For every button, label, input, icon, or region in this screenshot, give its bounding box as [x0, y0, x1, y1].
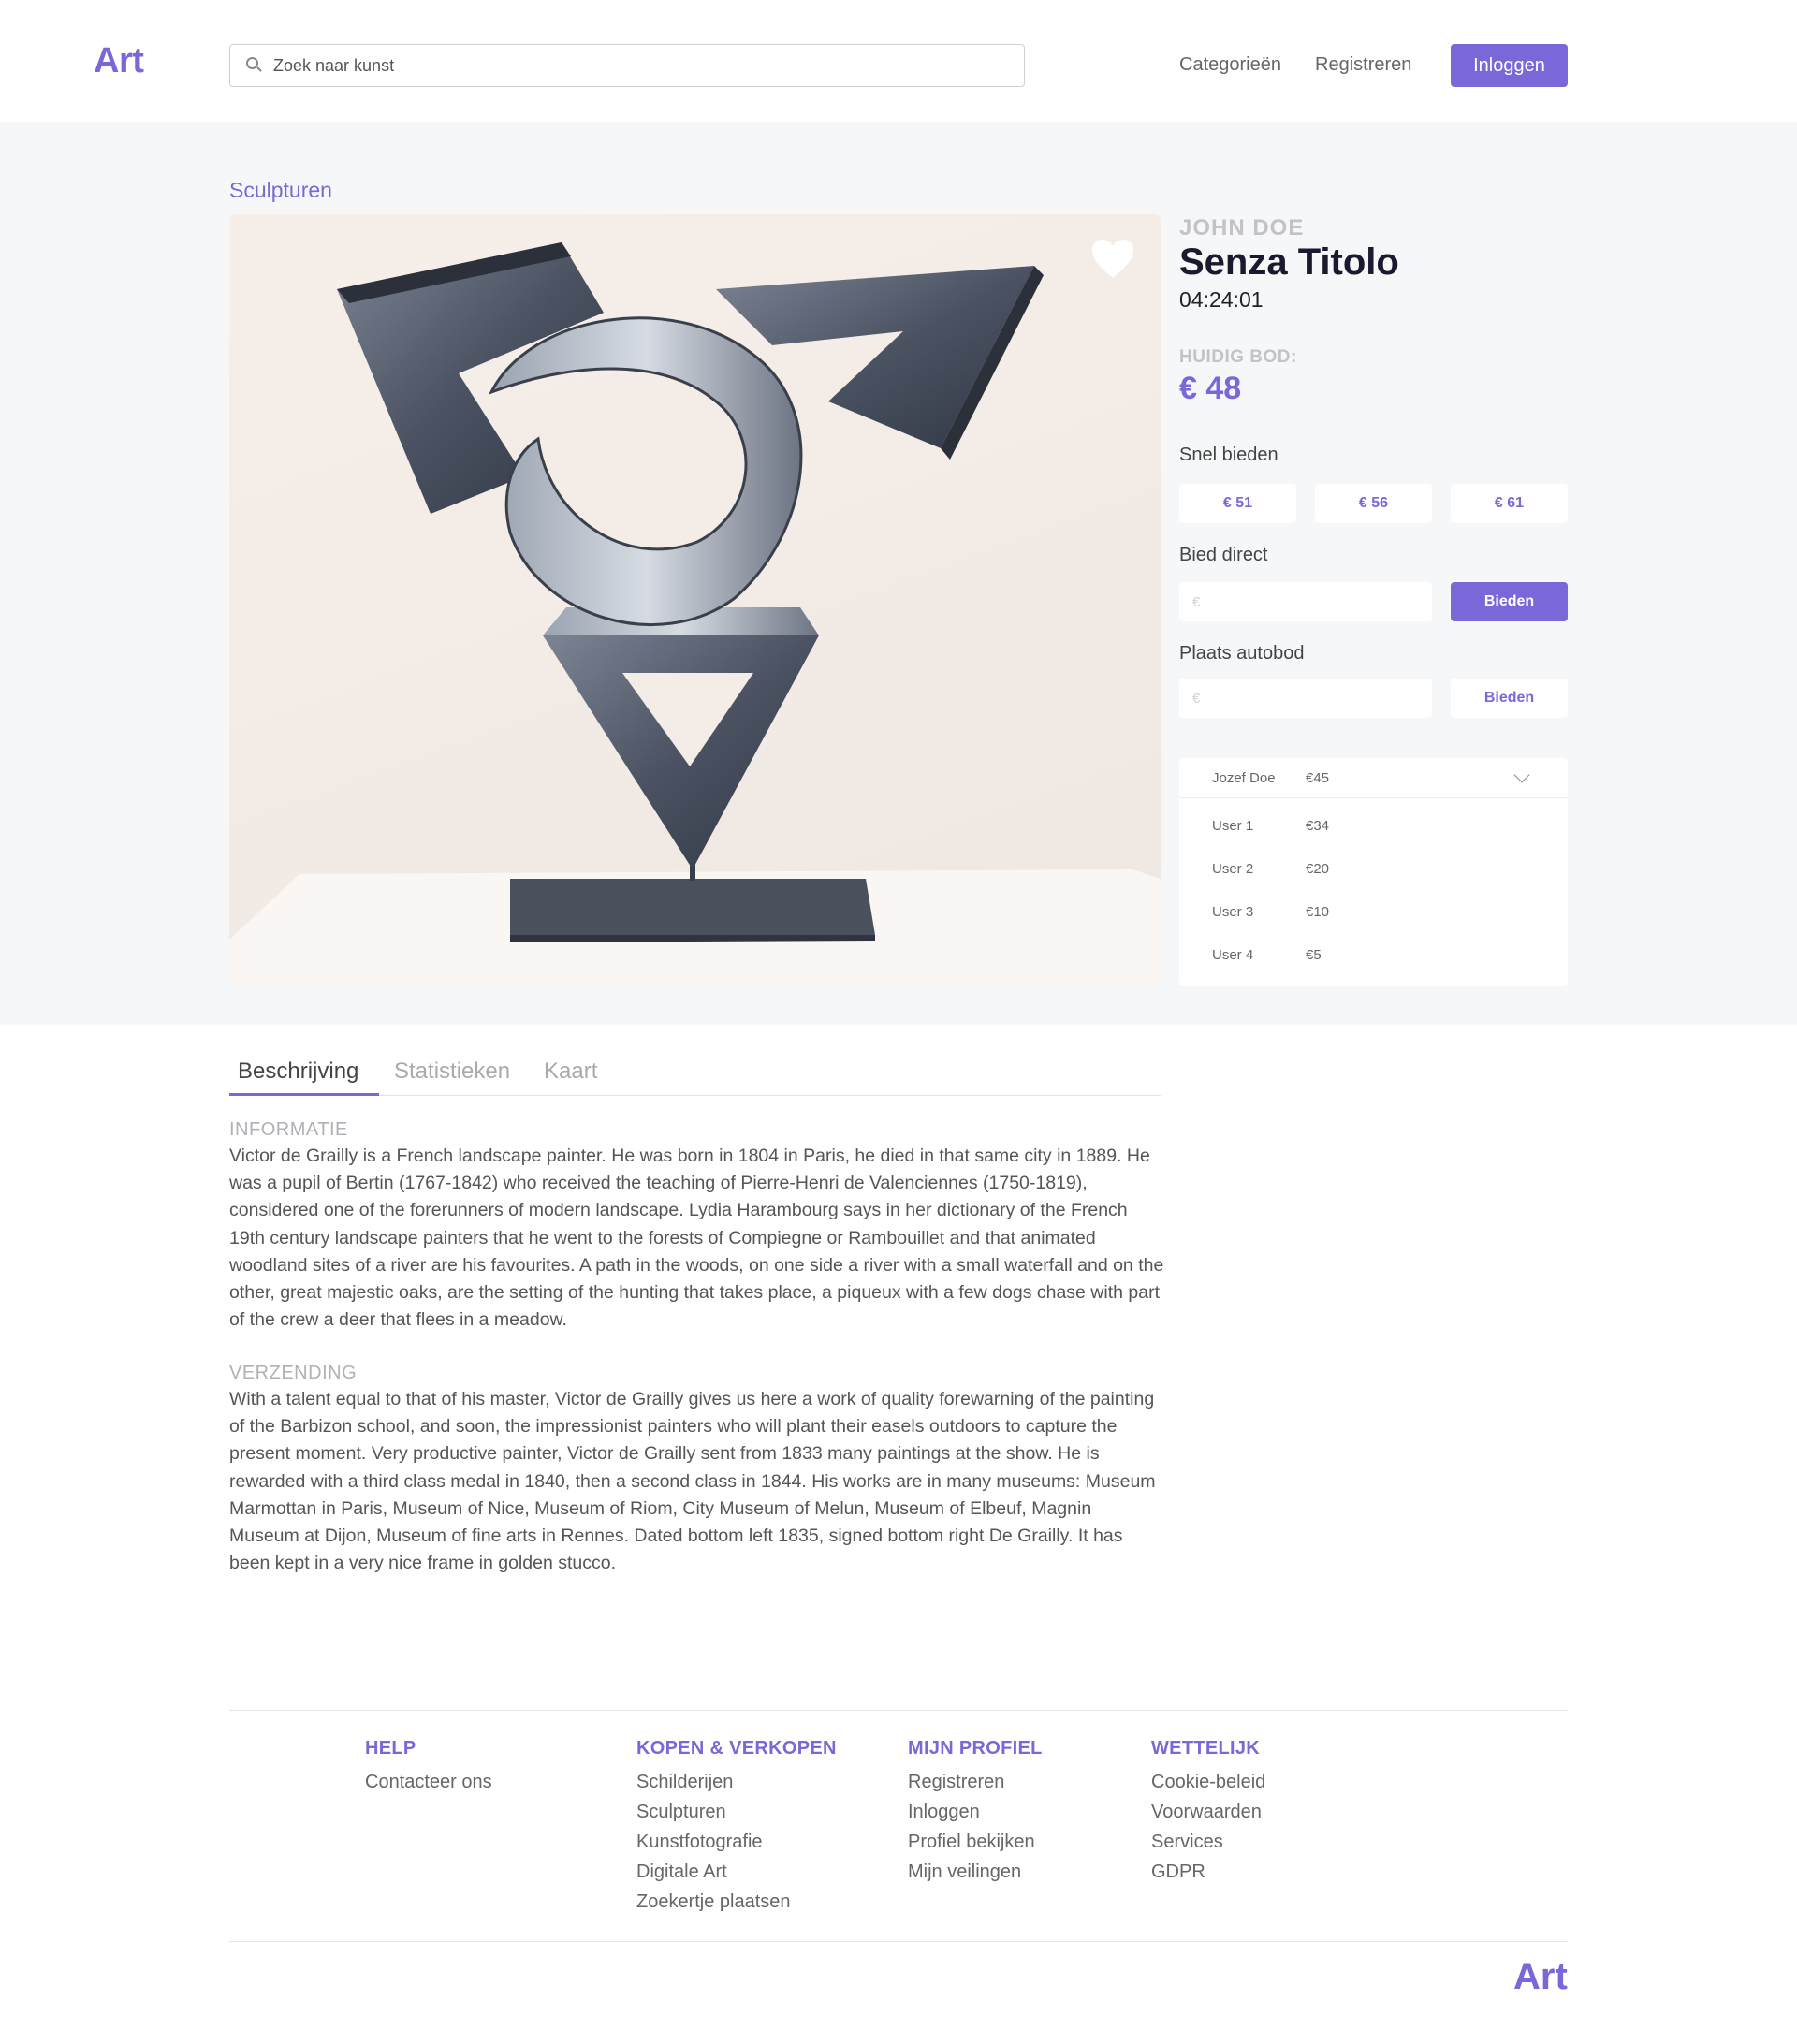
footer-column-help: HELP Contacteer ons	[365, 1738, 492, 1797]
footer-link-photography[interactable]: Kunstfotografie	[636, 1827, 837, 1857]
footer-column-buy-sell: KOPEN & VERKOPEN Schilderijen Sculpturen…	[636, 1738, 837, 1917]
breadcrumb[interactable]: Sculpturen	[229, 178, 332, 203]
direct-bid-input[interactable]: €	[1179, 582, 1432, 621]
footer-link-terms[interactable]: Voorwaarden	[1151, 1797, 1265, 1827]
bid-history-amount: €5	[1306, 947, 1322, 963]
artwork-title: Senza Titolo	[1179, 241, 1399, 283]
quick-bid-label: Snel bieden	[1179, 445, 1278, 465]
description-tabs: Beschrijving Statistieken Kaart	[229, 1053, 1161, 1096]
tab-map[interactable]: Kaart	[544, 1058, 597, 1085]
search-placeholder: Zoek naar kunst	[273, 55, 395, 75]
artwork-image	[229, 214, 1161, 986]
bid-history-name: User 1	[1212, 818, 1254, 834]
top-bidder-name: Jozef Doe	[1212, 770, 1276, 786]
quick-bid-button-1[interactable]: € 51	[1179, 484, 1296, 523]
direct-bid-button[interactable]: Bieden	[1451, 582, 1568, 621]
footer-link-register[interactable]: Registreren	[908, 1767, 1043, 1797]
auto-bid-label: Plaats autobod	[1179, 643, 1305, 664]
footer-heading: KOPEN & VERKOPEN	[636, 1738, 837, 1759]
quick-bid-button-2[interactable]: € 56	[1315, 484, 1432, 523]
information-text: Victor de Grailly is a French landscape …	[229, 1146, 1164, 1331]
tab-statistics[interactable]: Statistieken	[394, 1058, 510, 1085]
countdown-timer: 04:24:01	[1179, 287, 1264, 312]
bid-history-amount: €20	[1306, 861, 1330, 877]
tab-description[interactable]: Beschrijving	[238, 1058, 358, 1085]
footer-divider	[229, 1941, 1568, 1942]
footer-link-paintings[interactable]: Schilderijen	[636, 1767, 837, 1797]
footer-link-post-ad[interactable]: Zoekertje plaatsen	[636, 1887, 837, 1917]
footer-link-sculptures[interactable]: Sculpturen	[636, 1797, 837, 1827]
footer-link-login[interactable]: Inloggen	[908, 1797, 1043, 1827]
footer-heading: WETTELIJK	[1151, 1738, 1261, 1759]
bid-history-name: User 2	[1212, 861, 1254, 877]
footer-link-contact[interactable]: Contacteer ons	[365, 1767, 492, 1797]
search-icon	[245, 56, 264, 75]
shipping-heading: VERZENDING	[229, 1363, 358, 1383]
footer-link-gdpr[interactable]: GDPR	[1151, 1857, 1265, 1887]
footer-link-cookies[interactable]: Cookie-beleid	[1151, 1767, 1265, 1797]
footer-divider	[229, 1710, 1568, 1711]
active-tab-indicator	[229, 1093, 379, 1096]
footer-link-services[interactable]: Services	[1151, 1827, 1265, 1857]
bid-history-toggle[interactable]: Jozef Doe €45	[1179, 758, 1568, 798]
nav-register[interactable]: Registreren	[1315, 54, 1411, 76]
footer-heading: HELP	[365, 1738, 416, 1759]
shipping-text: With a talent equal to that of his maste…	[229, 1389, 1156, 1574]
information-heading: INFORMATIE	[229, 1119, 348, 1140]
quick-bid-button-3[interactable]: € 61	[1451, 484, 1568, 523]
bid-history: Jozef Doe €45 User 1 €34 User 2 €20 User…	[1179, 758, 1568, 986]
logo[interactable]: Art	[94, 41, 144, 81]
footer-column-profile: MIJN PROFIEL Registreren Inloggen Profie…	[908, 1738, 1043, 1887]
header: Art Zoek naar kunst Categorieën Registre…	[0, 0, 1797, 122]
direct-bid-label: Bied direct	[1179, 545, 1268, 565]
bid-history-amount: €10	[1306, 904, 1330, 920]
heart-icon[interactable]	[1091, 239, 1134, 280]
nav-categories[interactable]: Categorieën	[1179, 54, 1281, 76]
artist-name[interactable]: JOHN DOE	[1179, 215, 1304, 241]
bid-history-amount: €34	[1306, 818, 1330, 834]
top-bidder-amount: €45	[1306, 770, 1330, 786]
footer-link-digital-art[interactable]: Digitale Art	[636, 1857, 837, 1887]
login-button[interactable]: Inloggen	[1451, 44, 1568, 87]
bid-history-name: User 3	[1212, 904, 1254, 920]
bid-history-name: User 4	[1212, 947, 1254, 963]
footer-link-my-auctions[interactable]: Mijn veilingen	[908, 1857, 1043, 1887]
footer-logo[interactable]: Art	[1513, 1956, 1568, 1998]
current-bid-label: HUIDIG BOD:	[1179, 347, 1297, 367]
current-bid-value: € 48	[1179, 371, 1242, 406]
footer-link-view-profile[interactable]: Profiel bekijken	[908, 1827, 1043, 1857]
chevron-down-icon[interactable]	[1513, 766, 1530, 783]
auto-bid-input[interactable]: €	[1179, 679, 1432, 718]
footer-heading: MIJN PROFIEL	[908, 1738, 1043, 1759]
search-input[interactable]: Zoek naar kunst	[229, 44, 1025, 87]
auto-bid-button[interactable]: Bieden	[1451, 679, 1568, 718]
footer-column-legal: WETTELIJK Cookie-beleid Voorwaarden Serv…	[1151, 1738, 1265, 1887]
